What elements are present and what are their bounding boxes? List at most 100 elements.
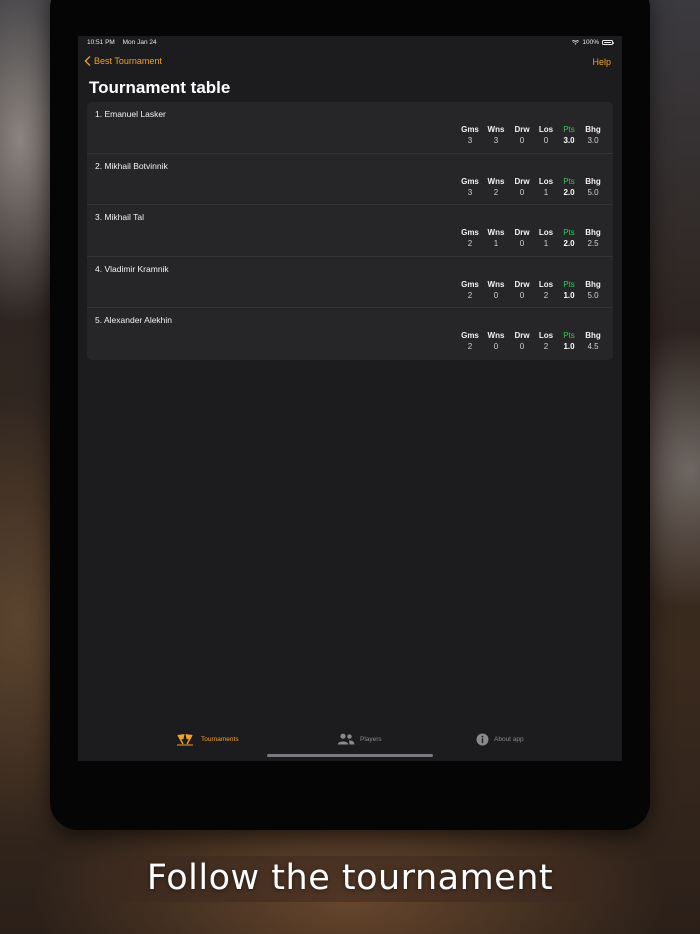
- stat-value: 2: [467, 239, 473, 248]
- stat-wins: Wns 2: [483, 177, 509, 198]
- stat-value: 2.5: [587, 239, 599, 248]
- player-stats: Gms 3 Wns 3 Drw 0 Los 0 Pts 3.0 Bhg 3.0: [457, 125, 605, 146]
- stat-buchholz: Bhg 5.0: [581, 177, 605, 198]
- stat-value: 2.0: [563, 239, 575, 248]
- help-button[interactable]: Help: [592, 57, 611, 67]
- stat-games: Gms 3: [457, 177, 483, 198]
- stat-header: Pts: [563, 125, 575, 134]
- table-row[interactable]: 4. Vladimir Kramnik Gms 2 Wns 0 Drw 0 Lo…: [87, 257, 613, 308]
- stat-header: Los: [538, 176, 554, 186]
- stat-value: 5.0: [587, 290, 599, 300]
- stat-value: 2: [543, 342, 549, 351]
- player-stats: Gms 3 Wns 2 Drw 0 Los 1 Pts 2.0 Bhg 5.0: [457, 177, 605, 198]
- stat-value: 2: [493, 187, 499, 197]
- tab-players[interactable]: Players: [337, 733, 382, 745]
- table-row[interactable]: 2. Mikhail Botvinnik Gms 3 Wns 2 Drw 0 L…: [87, 154, 613, 205]
- stat-games: Gms 2: [457, 280, 483, 301]
- stat-header: Bhg: [585, 125, 601, 134]
- stat-header: Drw: [514, 279, 530, 289]
- stat-value: 0: [493, 290, 499, 300]
- stat-header: Wns: [487, 125, 505, 134]
- navigation-bar: Best Tournament Help: [78, 54, 622, 72]
- table-row[interactable]: 1. Emanuel Lasker Gms 3 Wns 3 Drw 0 Los …: [87, 102, 613, 154]
- stat-games: Gms 3: [457, 125, 483, 146]
- stat-header: Gms: [461, 331, 479, 340]
- stat-losses: Los 0: [535, 125, 557, 146]
- stat-header: Pts: [563, 279, 575, 289]
- stat-losses: Los 1: [535, 228, 557, 249]
- stat-header: Drw: [514, 125, 530, 134]
- stat-header: Bhg: [585, 176, 601, 186]
- status-left: 10:51 PM Mon Jan 24: [87, 39, 163, 46]
- player-name: 5. Alexander Alekhin: [95, 315, 173, 325]
- stat-wins: Wns 0: [483, 331, 509, 352]
- tab-tournaments-label: Tournaments: [201, 736, 239, 743]
- tab-tournaments[interactable]: Tournaments: [174, 733, 239, 746]
- battery-percent: 100%: [582, 39, 599, 46]
- page-title: Tournament table: [89, 78, 231, 97]
- stat-value: 3: [467, 136, 473, 145]
- stat-wins: Wns 0: [483, 280, 509, 301]
- chevron-left-icon: [84, 56, 91, 66]
- stat-value: 1.0: [563, 342, 575, 351]
- player-name: 2. Mikhail Botvinnik: [95, 160, 168, 171]
- table-row[interactable]: 3. Mikhail Tal Gms 2 Wns 1 Drw 0 Los 1 P…: [87, 205, 613, 257]
- stat-value: 0: [519, 342, 525, 351]
- status-bar: 10:51 PM Mon Jan 24 100%: [78, 36, 622, 50]
- back-button[interactable]: Best Tournament: [84, 56, 162, 66]
- stat-header: Drw: [514, 331, 530, 340]
- battery-icon: [602, 40, 615, 45]
- stat-points: Pts 1.0: [557, 280, 581, 301]
- stat-wins: Wns 3: [483, 125, 509, 146]
- stat-header: Pts: [563, 176, 575, 186]
- stat-draws: Drw 0: [509, 280, 535, 301]
- stat-value: 1.0: [563, 290, 575, 300]
- player-name: 1. Emanuel Lasker: [95, 109, 166, 119]
- stat-value: 3.0: [587, 136, 599, 145]
- stat-value: 0: [519, 290, 525, 300]
- player-name: 3. Mikhail Tal: [95, 212, 144, 222]
- people-icon: [337, 733, 355, 745]
- stat-header: Bhg: [585, 331, 601, 340]
- stat-buchholz: Bhg 2.5: [581, 228, 605, 249]
- stat-header: Wns: [487, 331, 505, 340]
- stat-value: 3: [467, 187, 473, 197]
- stat-points: Pts 3.0: [557, 125, 581, 146]
- stat-header: Drw: [514, 228, 530, 237]
- wifi-icon: [572, 40, 580, 45]
- stat-points: Pts 2.0: [557, 177, 581, 198]
- stat-header: Los: [538, 279, 554, 289]
- stat-draws: Drw 0: [509, 331, 535, 352]
- tab-about-label: About app: [494, 736, 524, 743]
- info-icon: [476, 733, 489, 746]
- stat-losses: Los 2: [535, 331, 557, 352]
- stat-value: 1: [493, 239, 499, 248]
- stat-value: 0: [493, 342, 499, 351]
- stat-wins: Wns 1: [483, 228, 509, 249]
- stat-draws: Drw 0: [509, 228, 535, 249]
- player-stats: Gms 2 Wns 0 Drw 0 Los 2 Pts 1.0 Bhg 4.5: [457, 331, 605, 352]
- stat-value: 1: [543, 187, 549, 197]
- stat-header: Pts: [563, 331, 575, 340]
- stat-value: 3: [493, 136, 499, 145]
- tab-about-app[interactable]: About app: [476, 733, 524, 746]
- stat-header: Los: [538, 331, 554, 340]
- stat-header: Pts: [563, 228, 575, 237]
- table-row[interactable]: 5. Alexander Alekhin Gms 2 Wns 0 Drw 0 L…: [87, 308, 613, 360]
- stat-header: Wns: [487, 228, 505, 237]
- player-stats: Gms 2 Wns 0 Drw 0 Los 2 Pts 1.0 Bhg 5.0: [457, 280, 605, 301]
- stat-draws: Drw 0: [509, 125, 535, 146]
- home-indicator: [267, 754, 433, 757]
- stat-header: Gms: [461, 279, 479, 289]
- stat-header: Los: [538, 228, 554, 237]
- stat-value: 2: [467, 342, 473, 351]
- status-time: 10:51 PM: [87, 39, 115, 46]
- stat-value: 3.0: [563, 136, 575, 145]
- stat-header: Gms: [461, 228, 479, 237]
- stat-buchholz: Bhg 5.0: [581, 280, 605, 301]
- stat-header: Los: [538, 125, 554, 134]
- stat-value: 0: [519, 187, 525, 197]
- status-right: 100%: [572, 39, 615, 46]
- stat-value: 1: [543, 239, 549, 248]
- stat-value: 5.0: [587, 187, 599, 197]
